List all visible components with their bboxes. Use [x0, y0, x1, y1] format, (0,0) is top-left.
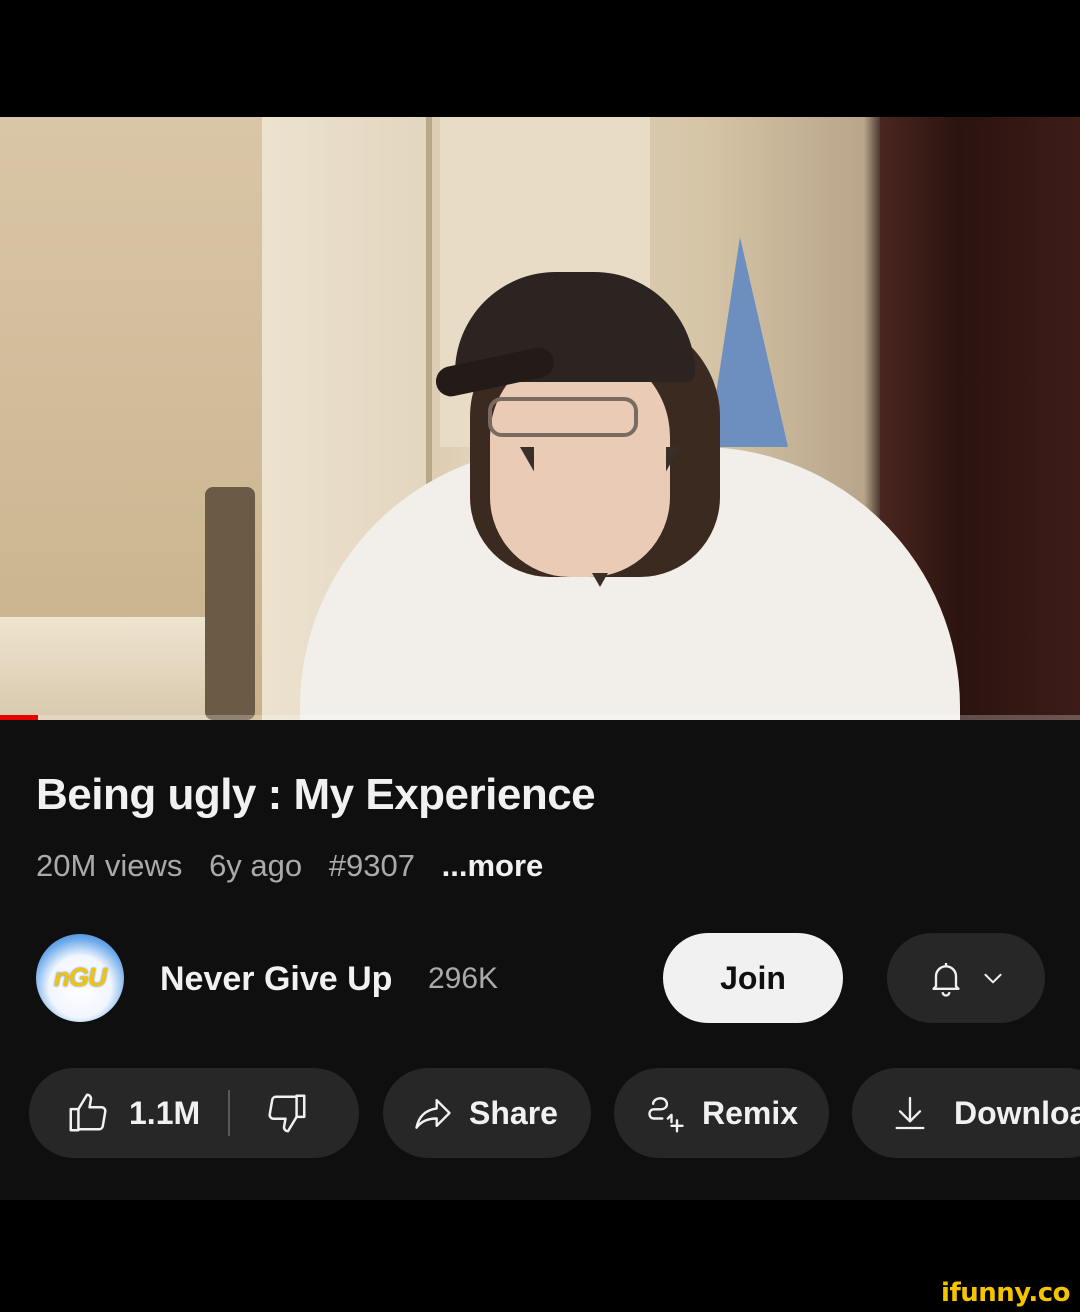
like-button[interactable]: 1.1M [29, 1068, 200, 1158]
more-link[interactable]: ...more [442, 848, 544, 883]
trending-hashtag[interactable]: #9307 [329, 848, 415, 883]
download-icon [890, 1093, 930, 1133]
view-count: 20M views [36, 848, 183, 883]
share-button[interactable]: Share [383, 1068, 591, 1158]
remix-label: Remix [702, 1094, 799, 1131]
like-count: 1.1M [129, 1094, 201, 1131]
chevron-down-icon [980, 965, 1006, 991]
action-bar: 1.1M Share Remix Downloa [0, 1068, 1080, 1160]
like-dislike-group: 1.1M [29, 1068, 359, 1158]
bottom-letterbox: ifunny.co [0, 1200, 1080, 1312]
channel-name[interactable]: Never Give Up [160, 960, 392, 999]
thumbs-up-icon [65, 1090, 111, 1136]
upload-age: 6y ago [209, 848, 303, 883]
video-person-glasses [488, 397, 638, 437]
channel-row: nGU Never Give Up 296K Join [0, 932, 1080, 1024]
download-button[interactable]: Download [852, 1068, 1080, 1158]
download-label: Download [954, 1094, 1080, 1131]
video-scene-flag [708, 237, 788, 447]
share-arrow-icon [411, 1091, 455, 1135]
thumbs-down-icon [264, 1090, 310, 1136]
dislike-button[interactable] [230, 1068, 310, 1158]
video-meta[interactable]: 20M views 6y ago #9307 ...more [36, 848, 543, 884]
subscribe-notification-button[interactable] [887, 933, 1045, 1023]
remix-icon [644, 1091, 688, 1135]
top-letterbox [0, 0, 1080, 117]
ifunny-watermark: ifunny.co [941, 1278, 1070, 1308]
channel-avatar[interactable]: nGU [36, 934, 124, 1022]
channel-avatar-logo: nGU [54, 962, 107, 992]
video-title: Being ugly : My Experience [36, 770, 596, 819]
video-scene-chair [205, 487, 255, 720]
video-info-panel: Being ugly : My Experience 20M views 6y … [0, 720, 1080, 1200]
bell-icon [926, 958, 966, 998]
video-player[interactable] [0, 117, 1080, 720]
join-button[interactable]: Join [663, 933, 843, 1023]
video-scene-dresser [0, 617, 240, 720]
subscriber-count: 296K [428, 962, 499, 995]
share-label: Share [469, 1094, 558, 1131]
remix-button[interactable]: Remix [614, 1068, 829, 1158]
